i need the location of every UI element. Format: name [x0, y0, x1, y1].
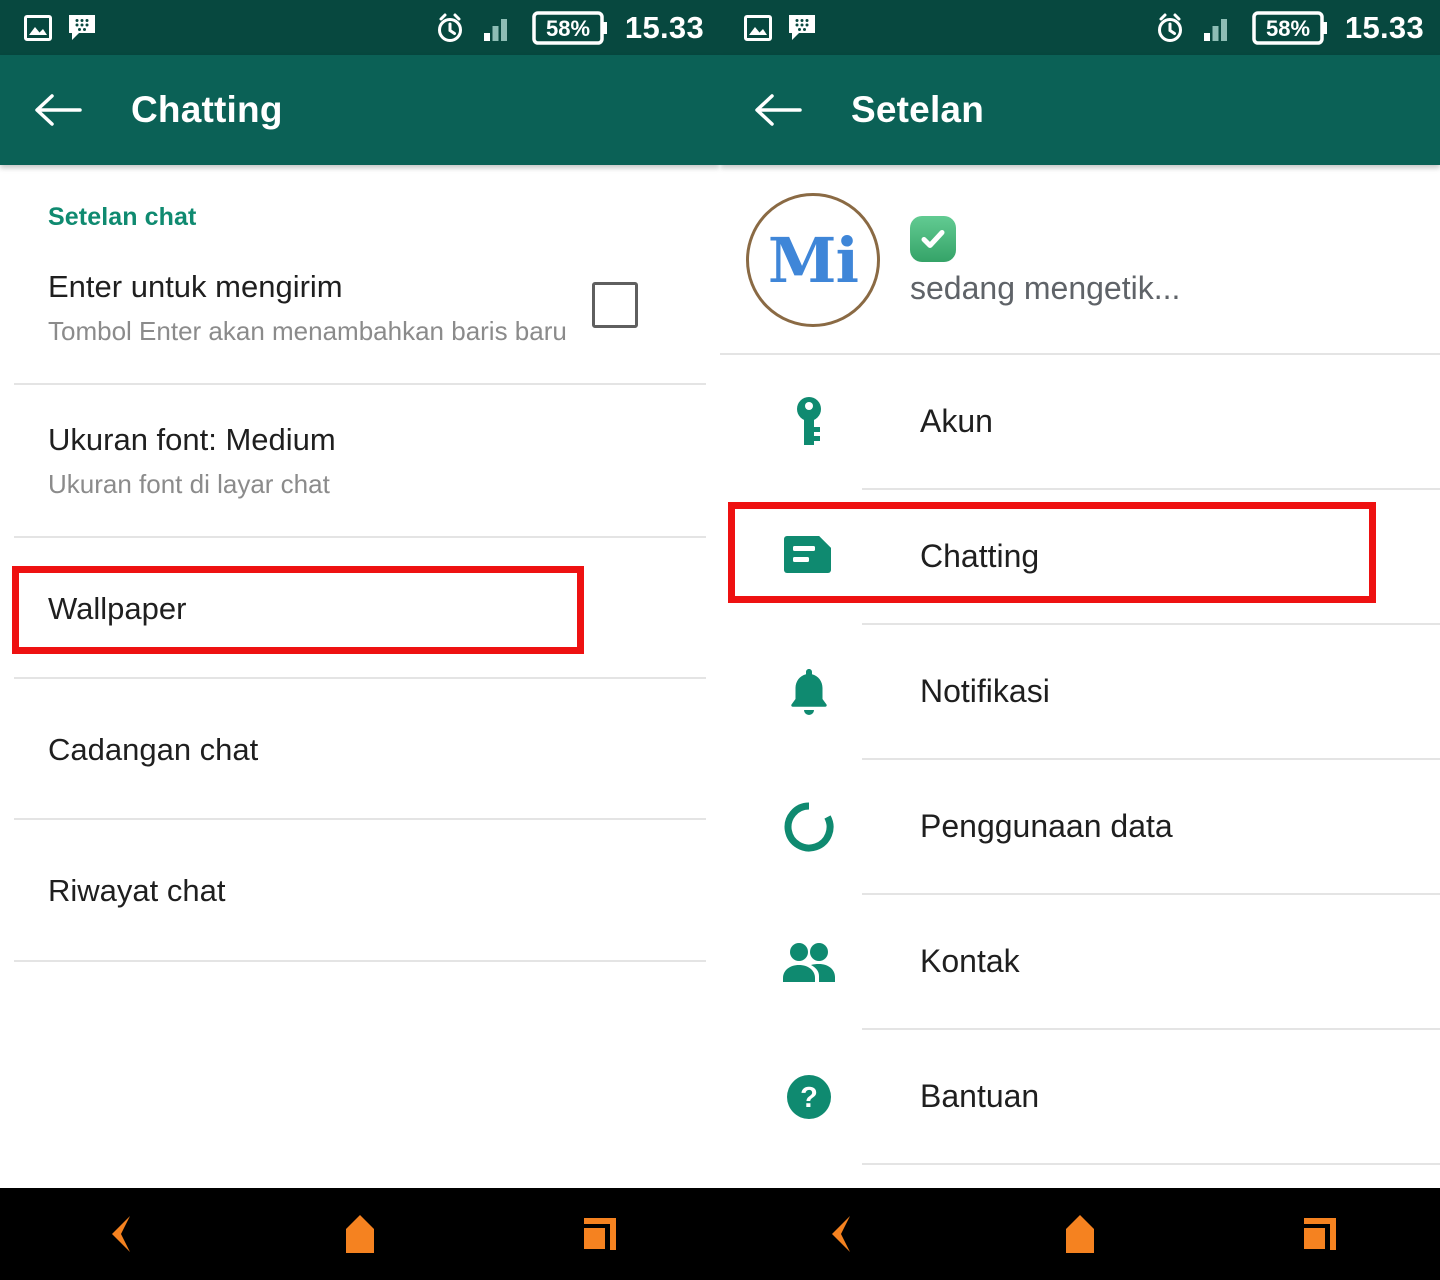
back-nav-icon	[832, 1216, 850, 1252]
menu-item-kontak[interactable]: Kontak	[720, 895, 1440, 1028]
contacts-icon	[778, 940, 840, 984]
setting-row-chat-backup[interactable]: Cadangan chat	[0, 679, 720, 818]
menu-item-label: Penggunaan data	[920, 808, 1173, 844]
gallery-icon	[744, 14, 772, 41]
nav-back-button[interactable]	[60, 1188, 180, 1280]
setting-row-chat-history[interactable]: Riwayat chat	[0, 820, 720, 959]
setting-title: Riwayat chat	[48, 873, 226, 909]
back-arrow-icon	[755, 94, 802, 126]
data-usage-icon	[778, 802, 840, 852]
left-page-title: Chatting	[131, 89, 283, 130]
chat-bubble-icon	[778, 532, 840, 582]
bbm-icon	[68, 14, 96, 42]
menu-item-penggunaan-data[interactable]: Penggunaan data	[720, 760, 1440, 893]
question-mark-glyph: ?	[800, 1082, 818, 1114]
status-bar-notification-icons	[744, 14, 816, 42]
menu-item-chatting[interactable]: Chatting	[720, 490, 1440, 623]
profile-status: sedang mengetik...	[910, 270, 1181, 306]
right-panel-settings: 58% 15.33 Setelan Mi sedang mengetik...	[720, 0, 1440, 1280]
list-divider	[14, 959, 706, 962]
status-bar-notification-icons	[24, 14, 96, 42]
setting-row-font-size[interactable]: Ukuran font: Medium Ukuran font di layar…	[0, 385, 720, 536]
status-bar-time-right: 15.33	[1344, 10, 1424, 45]
alarm-icon	[434, 12, 466, 44]
setting-text-wrap: Ukuran font: Medium Ukuran font di layar…	[48, 421, 690, 502]
setting-subtitle: Ukuran font di layar chat	[48, 469, 330, 500]
setting-text-wrap: Enter untuk mengirim Tombol Enter akan m…	[48, 268, 592, 349]
enter-to-send-checkbox[interactable]	[592, 282, 638, 328]
avatar[interactable]: Mi	[746, 193, 880, 327]
setting-title: Ukuran font: Medium	[48, 421, 336, 457]
nav-home-button[interactable]	[300, 1188, 420, 1280]
bbm-icon	[788, 14, 816, 42]
menu-item-label: Kontak	[920, 943, 1020, 979]
nav-recents-button[interactable]	[540, 1188, 660, 1280]
setting-subtitle: Tombol Enter akan menambahkan baris baru	[48, 316, 567, 347]
nav-recents-button[interactable]	[1260, 1188, 1380, 1280]
battery-icon: 58%	[1252, 10, 1328, 45]
setting-row-wallpaper[interactable]: Wallpaper	[0, 538, 720, 677]
recents-nav-icon	[1304, 1218, 1336, 1250]
gallery-icon	[24, 14, 52, 41]
menu-item-label: Akun	[920, 403, 993, 439]
setting-title: Cadangan chat	[48, 732, 259, 768]
left-app-bar: Chatting	[0, 55, 720, 165]
help-circle-icon: ?	[778, 1072, 840, 1122]
avatar-initials: Mi	[767, 223, 859, 297]
profile-row[interactable]: Mi sedang mengetik...	[720, 165, 1440, 353]
menu-item-label: Chatting	[920, 538, 1040, 574]
battery-label: 58%	[546, 16, 590, 41]
recents-nav-icon	[584, 1218, 616, 1250]
menu-item-akun[interactable]: Akun	[720, 355, 1440, 488]
android-nav-bar-left	[0, 1188, 720, 1280]
battery-label: 58%	[1266, 16, 1310, 41]
setting-row-enter-to-send[interactable]: Enter untuk mengirim Tombol Enter akan m…	[0, 232, 720, 383]
back-button-left[interactable]	[34, 92, 96, 128]
signal-icon	[483, 14, 515, 42]
setting-text-wrap: Wallpaper	[48, 590, 690, 627]
back-arrow-icon	[35, 94, 82, 126]
setting-title: Enter untuk mengirim	[48, 269, 343, 304]
setting-text-wrap: Riwayat chat	[48, 872, 690, 909]
profile-info: sedang mengetik...	[910, 216, 1180, 304]
home-nav-icon	[1066, 1215, 1094, 1253]
nav-back-button[interactable]	[780, 1188, 900, 1280]
menu-item-bantuan[interactable]: ? Bantuan	[720, 1030, 1440, 1163]
status-bar-system-icons: 58% 15.33	[434, 10, 704, 45]
bell-icon	[778, 666, 840, 718]
home-nav-icon	[346, 1215, 374, 1253]
android-nav-bar-right	[720, 1188, 1440, 1280]
right-page-title: Setelan	[851, 89, 985, 130]
status-bar-time-left: 15.33	[624, 10, 704, 45]
dual-screenshot: 58% 15.33 Chatting Setelan chat Enter un…	[0, 0, 1440, 1280]
left-panel-chat-settings: 58% 15.33 Chatting Setelan chat Enter un…	[0, 0, 720, 1280]
status-bar-right: 58% 15.33	[720, 0, 1440, 55]
verified-check-icon	[910, 216, 956, 262]
chat-settings-section-title: Setelan chat	[48, 203, 197, 231]
setting-text-wrap: Cadangan chat	[48, 731, 690, 768]
menu-item-label: Notifikasi	[920, 673, 1050, 709]
setting-title: Wallpaper	[48, 590, 187, 626]
back-nav-icon	[112, 1216, 130, 1252]
menu-item-chatting-wrapper: Chatting	[720, 490, 1440, 623]
status-bar-left: 58% 15.33	[0, 0, 720, 55]
menu-item-label: Bantuan	[920, 1078, 1040, 1114]
status-bar-system-icons: 58% 15.33	[1154, 10, 1424, 45]
alarm-icon	[1154, 12, 1186, 44]
nav-home-button[interactable]	[1020, 1188, 1140, 1280]
signal-icon	[1203, 14, 1235, 42]
menu-divider	[862, 1163, 1440, 1165]
battery-icon: 58%	[532, 10, 608, 45]
key-icon	[778, 395, 840, 449]
back-button-right[interactable]	[754, 92, 816, 128]
menu-item-notifikasi[interactable]: Notifikasi	[720, 625, 1440, 758]
right-app-bar: Setelan	[720, 55, 1440, 165]
